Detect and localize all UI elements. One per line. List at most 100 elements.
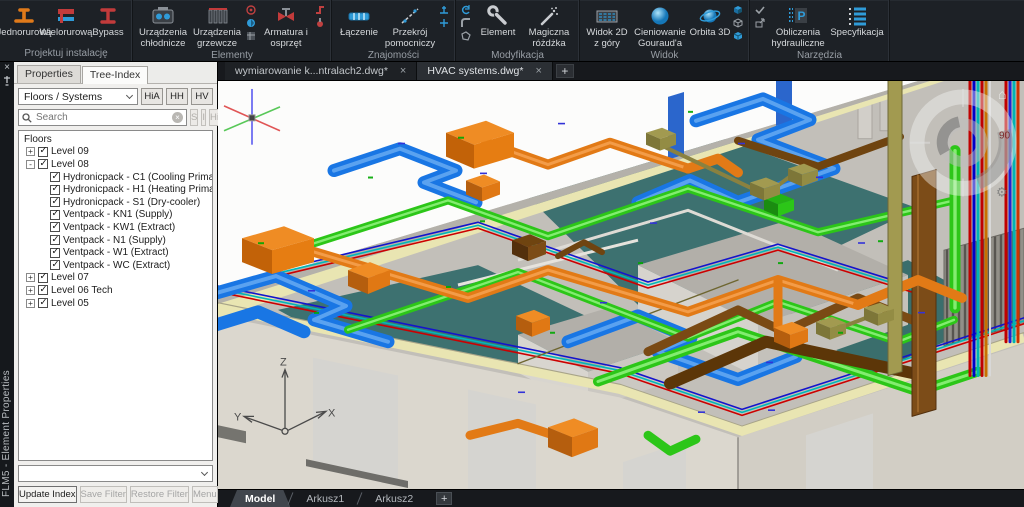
checkbox-checked[interactable] (38, 273, 48, 283)
pump-icon[interactable] (246, 18, 257, 28)
fan-icon[interactable] (246, 5, 257, 15)
export-icon[interactable] (755, 18, 766, 28)
close-icon[interactable]: × (535, 65, 541, 77)
filter-mode-dropdown[interactable]: Floors / Systems (18, 88, 138, 105)
cube-shaded-icon[interactable] (733, 31, 744, 41)
document-tab[interactable]: wymiarowanie k...ntralach2.dwg* × (225, 62, 417, 80)
checkbox-checked[interactable] (50, 248, 60, 258)
tab-arkusz1[interactable]: Arkusz1 (291, 490, 359, 507)
clear-search-icon[interactable]: × (172, 112, 183, 123)
tab-model[interactable]: Model (230, 490, 290, 507)
cube-top-icon[interactable] (733, 5, 744, 15)
tree-item[interactable]: +Level 09 (19, 146, 212, 159)
hide-all-button[interactable]: HiA (141, 88, 163, 105)
tree-item[interactable]: Ventpack - KW1 (Extract) (19, 221, 212, 234)
expander-icon[interactable]: + (26, 299, 35, 308)
tree-item[interactable]: Ventpack - N1 (Supply) (19, 234, 212, 247)
tab-properties[interactable]: Properties (17, 65, 81, 83)
viewport-canvas[interactable]: Z X Y ⌂ (218, 81, 1024, 489)
expander-icon[interactable]: + (26, 286, 35, 295)
checkbox-checked[interactable] (38, 285, 48, 295)
tree-item[interactable]: Ventpack - WC (Extract) (19, 259, 212, 272)
tree-item[interactable]: Ventpack - W1 (Extract) (19, 246, 212, 259)
svg-text:X: X (328, 407, 336, 419)
elbow-icon[interactable] (461, 18, 472, 28)
valve-icon (274, 3, 298, 28)
expander-icon[interactable]: + (26, 273, 35, 282)
section-icon (398, 3, 422, 28)
ribbon-button-przekroj[interactable]: Przekrój pomocniczy (383, 1, 437, 49)
mini-tool-column (753, 1, 768, 49)
tree-item[interactable]: Hydronicpack - S1 (Dry-cooler) (19, 196, 212, 209)
checkbox-checked[interactable] (50, 197, 60, 207)
document-tab-active[interactable]: HVAC systems.dwg* × (417, 62, 553, 80)
panel-pin-icon[interactable] (0, 74, 14, 86)
tree-item[interactable]: Hydronicpack - H1 (Heating Primary) (19, 183, 212, 196)
tree-item[interactable]: Ventpack - KN1 (Supply) (19, 209, 212, 222)
checkbox-checked[interactable] (38, 298, 48, 308)
checkbox-checked[interactable] (50, 222, 60, 232)
checkbox-checked[interactable] (50, 210, 60, 220)
expander-icon[interactable]: + (26, 147, 35, 156)
tab-tree-index[interactable]: Tree-Index (82, 66, 148, 84)
polyline-icon[interactable] (461, 31, 472, 41)
tree-item[interactable]: +Level 05 (19, 297, 212, 310)
panel-close-icon[interactable]: × (0, 62, 14, 74)
update-index-button[interactable]: Update Index (18, 486, 77, 503)
save-filter-button[interactable]: Save Filter (80, 486, 127, 503)
rotate-icon[interactable] (461, 5, 472, 15)
ribbon-button-urzadzenia-chlodnicze[interactable]: Urządzenia chłodnicze (136, 1, 190, 49)
checkbox-checked[interactable] (50, 235, 60, 245)
ribbon-button-armatura[interactable]: Armatura i osprzęt (259, 1, 313, 49)
home-icon[interactable]: ⌂ (998, 86, 1006, 102)
ribbon-button-magiczna-rozdzka[interactable]: Magiczna różdżka (522, 1, 576, 49)
schedule-icon[interactable] (246, 31, 257, 41)
ribbon-button-laczenie[interactable]: Łączenie (335, 1, 383, 49)
checkbox-checked[interactable] (50, 260, 60, 270)
ribbon-button-element[interactable]: Element (474, 1, 522, 49)
ribbon-button-jednorurowa[interactable]: Jednorurową (3, 1, 45, 47)
floors-tree[interactable]: Floors +Level 09 -Level 08 Hydronicpack … (18, 130, 213, 461)
menu-button[interactable]: Menu (192, 486, 218, 503)
ribbon-button-specyfikacja[interactable]: Specyfikacja (828, 1, 886, 49)
fitting-icon[interactable] (315, 5, 326, 15)
tree-item[interactable]: +Level 06 Tech (19, 284, 212, 297)
cad-application-window: Jednorurową Wielorurową Bypass Projektuj… (0, 0, 1024, 507)
checkbox-checked[interactable] (38, 147, 48, 157)
check-calc-icon[interactable] (755, 5, 766, 15)
search-input[interactable] (36, 112, 168, 123)
ribbon-button-obliczenia[interactable]: P Obliczenia hydrauliczne (768, 1, 828, 49)
checkbox-checked[interactable] (50, 172, 60, 182)
checkbox-checked[interactable] (50, 185, 60, 195)
tab-arkusz2[interactable]: Arkusz2 (360, 490, 428, 507)
branch-icon[interactable] (439, 5, 450, 15)
sensor-icon[interactable] (315, 18, 326, 28)
checkbox-checked[interactable] (38, 159, 48, 169)
tree-item[interactable]: Hydronicpack - C1 (Cooling Primary) (19, 171, 212, 184)
expander-icon[interactable]: - (26, 160, 35, 169)
search-option-s-button[interactable]: S (190, 109, 198, 126)
new-document-button[interactable]: + (556, 64, 574, 78)
ribbon-button-cieniowanie[interactable]: Cieniowanie Gouraud'a (631, 1, 689, 49)
new-layout-button[interactable]: + (436, 492, 452, 505)
ribbon-button-wielorurowa[interactable]: Wielorurową (45, 1, 87, 47)
tree-item[interactable]: -Level 08 (19, 158, 212, 171)
filter-preset-dropdown[interactable] (18, 465, 213, 482)
ribbon-button-urzadzenia-grzewcze[interactable]: Urządzenia grzewcze (190, 1, 244, 49)
viewport-3d[interactable]: Z X Y ⌂ (218, 81, 1024, 489)
ribbon: Jednorurową Wielorurową Bypass Projektuj… (0, 0, 1024, 62)
ribbon-group-widok: Widok 2D z góry Cieniowanie Gouraud'a Or… (580, 0, 750, 61)
close-icon[interactable]: × (400, 65, 406, 77)
search-option-i-button[interactable]: I (201, 109, 206, 126)
hide-horizontal-button[interactable]: HH (166, 88, 188, 105)
gear-icon[interactable]: ⚙ (996, 184, 1008, 199)
cross-icon[interactable] (439, 18, 450, 28)
cube-iso-icon[interactable] (733, 18, 744, 28)
hide-vertical-button[interactable]: HV (191, 88, 213, 105)
tree-item[interactable]: +Level 07 (19, 272, 212, 285)
search-box: × (18, 109, 187, 126)
ribbon-button-widok-2d[interactable]: Widok 2D z góry (583, 1, 631, 49)
restore-filter-button[interactable]: Restore Filter (130, 486, 189, 503)
ribbon-button-bypass[interactable]: Bypass (87, 1, 129, 47)
ribbon-button-orbita[interactable]: Orbita 3D (689, 1, 731, 49)
